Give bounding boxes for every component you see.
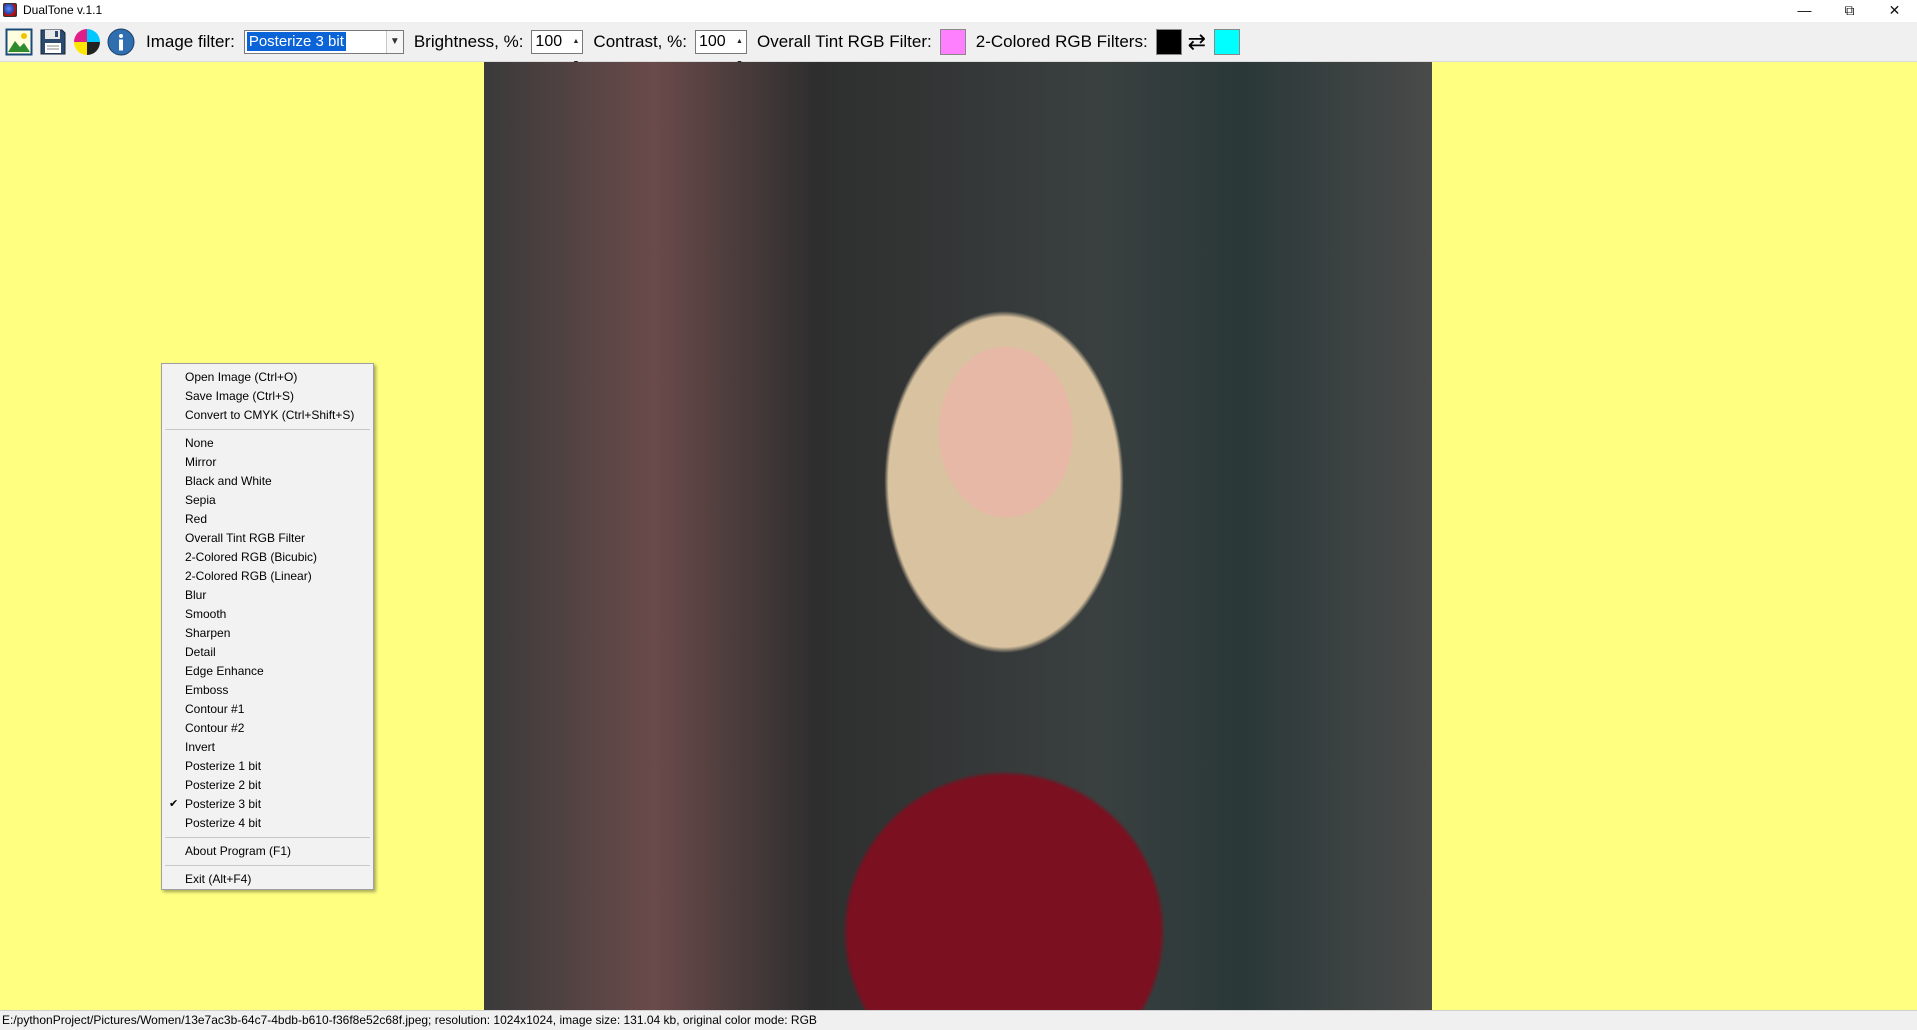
menu-item-label: Save Image (Ctrl+S) [185, 389, 295, 403]
menu-item-label: Black and White [185, 474, 272, 488]
image-filter-label: Image filter: [146, 31, 235, 51]
menu-item-label: Posterize 1 bit [185, 759, 262, 773]
info-icon[interactable] [106, 27, 136, 57]
tint-filter-label: Overall Tint RGB Filter: [756, 31, 932, 51]
menu-item-label: Posterize 2 bit [185, 778, 262, 792]
window-title: DualTone v.1.1 [23, 3, 103, 17]
window-controls: — ⧉ ✕ [1782, 0, 1917, 20]
menu-item-label: Red [185, 512, 208, 526]
menu-item-label: Overall Tint RGB Filter [185, 531, 306, 545]
menu-item-label: 2-Colored RGB (Bicubic) [185, 550, 318, 564]
menu-item[interactable]: Contour #2 [162, 719, 373, 738]
maximize-button[interactable]: ⧉ [1827, 0, 1872, 20]
menu-item[interactable]: Red [162, 510, 373, 529]
toolbar: Image filter: Posterize 3 bit ▼ Brightne… [0, 22, 1917, 67]
image-preview [484, 62, 1432, 1010]
menu-item[interactable]: Black and White [162, 472, 373, 491]
save-icon[interactable] [38, 27, 68, 57]
app-icon [3, 3, 17, 17]
menu-separator [165, 837, 370, 838]
two-color-filter-label: 2-Colored RGB Filters: [975, 31, 1148, 51]
menu-item-label: Exit (Alt+F4) [185, 872, 252, 886]
menu-item-label: Sharpen [185, 626, 231, 640]
menu-item[interactable]: Save Image (Ctrl+S) [162, 387, 373, 406]
menu-item-label: Mirror [185, 455, 217, 469]
menu-item-label: Edge Enhance [185, 664, 264, 678]
menu-item[interactable]: Sepia [162, 491, 373, 510]
menu-item[interactable]: Contour #1 [162, 700, 373, 719]
menu-group-exit: Exit (Alt+F4) [162, 870, 373, 889]
menu-item[interactable]: 2-Colored RGB (Bicubic) [162, 548, 373, 567]
brightness-spin-arrows[interactable]: ▲▼ [569, 31, 582, 67]
menu-separator [165, 429, 370, 430]
menu-item-label: About Program (F1) [185, 844, 292, 858]
contrast-label: Contrast, %: [593, 31, 687, 51]
title-bar: DualTone v.1.1 — ⧉ ✕ [0, 0, 1917, 20]
chevron-down-icon[interactable]: ▼ [385, 30, 403, 53]
menu-item[interactable]: Emboss [162, 681, 373, 700]
menu-item-label: Emboss [185, 683, 229, 697]
menu-item-label: Sepia [185, 493, 216, 507]
menu-item[interactable]: Overall Tint RGB Filter [162, 529, 373, 548]
menu-item-label: Contour #2 [185, 721, 245, 735]
brightness-value: 100 [535, 32, 563, 50]
contrast-stepper[interactable]: 100 ▲▼ [694, 29, 747, 67]
menu-item-label: 2-Colored RGB (Linear) [185, 569, 312, 583]
menu-item-label: Open Image (Ctrl+O) [185, 370, 298, 384]
menu-item[interactable]: Posterize 4 bit [162, 814, 373, 833]
menu-item[interactable]: Blur [162, 586, 373, 605]
menu-item[interactable]: Smooth [162, 605, 373, 624]
menu-item[interactable]: Detail [162, 643, 373, 662]
menu-item[interactable]: Convert to CMYK (Ctrl+Shift+S) [162, 406, 373, 425]
checkmark-icon: ✔ [169, 798, 179, 810]
menu-item[interactable]: 2-Colored RGB (Linear) [162, 567, 373, 586]
brightness-stepper[interactable]: 100 ▲▼ [531, 29, 584, 67]
menu-item-label: None [185, 436, 214, 450]
menu-item[interactable]: About Program (F1) [162, 842, 373, 861]
image-filter-select[interactable]: Posterize 3 bit ▼ [243, 29, 404, 54]
close-button[interactable]: ✕ [1872, 0, 1917, 20]
menu-separator [165, 865, 370, 866]
minimize-button[interactable]: — [1782, 0, 1827, 20]
menu-item-label: Convert to CMYK (Ctrl+Shift+S) [185, 408, 355, 422]
brightness-label: Brightness, %: [413, 31, 524, 51]
menu-item-label: Posterize 3 bit [185, 797, 262, 811]
context-menu: Open Image (Ctrl+O) Save Image (Ctrl+S) Co… [161, 363, 374, 890]
menu-item-label: Blur [185, 588, 207, 602]
menu-item[interactable]: Open Image (Ctrl+O) [162, 368, 373, 387]
menu-item-label: Smooth [185, 607, 227, 621]
image-filter-value: Posterize 3 bit [246, 32, 346, 51]
status-bar: E:/pythonProject/Pictures/Women/13e7ac3b… [0, 1010, 1917, 1030]
menu-item-label: Contour #1 [185, 702, 245, 716]
menu-item[interactable]: Posterize 1 bit [162, 757, 373, 776]
menu-item[interactable]: Invert [162, 738, 373, 757]
menu-item[interactable]: Sharpen [162, 624, 373, 643]
second-color-swatch[interactable] [1214, 28, 1241, 55]
menu-group-about: About Program (F1) [162, 842, 373, 861]
menu-item-label: Detail [185, 645, 216, 659]
menu-item[interactable]: None [162, 434, 373, 453]
menu-item[interactable]: ✔ Posterize 3 bit [162, 795, 373, 814]
first-color-swatch[interactable] [1155, 28, 1182, 55]
tint-color-swatch[interactable] [939, 28, 966, 55]
contrast-spin-arrows[interactable]: ▲▼ [733, 31, 746, 67]
menu-group-filters: None Mirror Black and White Sepia Red Overall… [162, 434, 373, 833]
menu-item-label: Posterize 4 bit [185, 816, 262, 830]
menu-item[interactable]: Mirror [162, 453, 373, 472]
menu-item[interactable]: Edge Enhance [162, 662, 373, 681]
contrast-value: 100 [698, 32, 726, 50]
menu-item-label: Invert [185, 740, 216, 754]
menu-group-file: Open Image (Ctrl+O) Save Image (Ctrl+S) Co… [162, 368, 373, 425]
menu-item[interactable]: Exit (Alt+F4) [162, 870, 373, 889]
cmyk-icon[interactable] [72, 27, 102, 57]
canvas-area: Open Image (Ctrl+O) Save Image (Ctrl+S) Co… [0, 62, 1917, 1010]
swap-colors-icon[interactable]: ⇄ [1188, 29, 1206, 55]
open-image-icon[interactable] [4, 27, 34, 57]
menu-item[interactable]: Posterize 2 bit [162, 776, 373, 795]
